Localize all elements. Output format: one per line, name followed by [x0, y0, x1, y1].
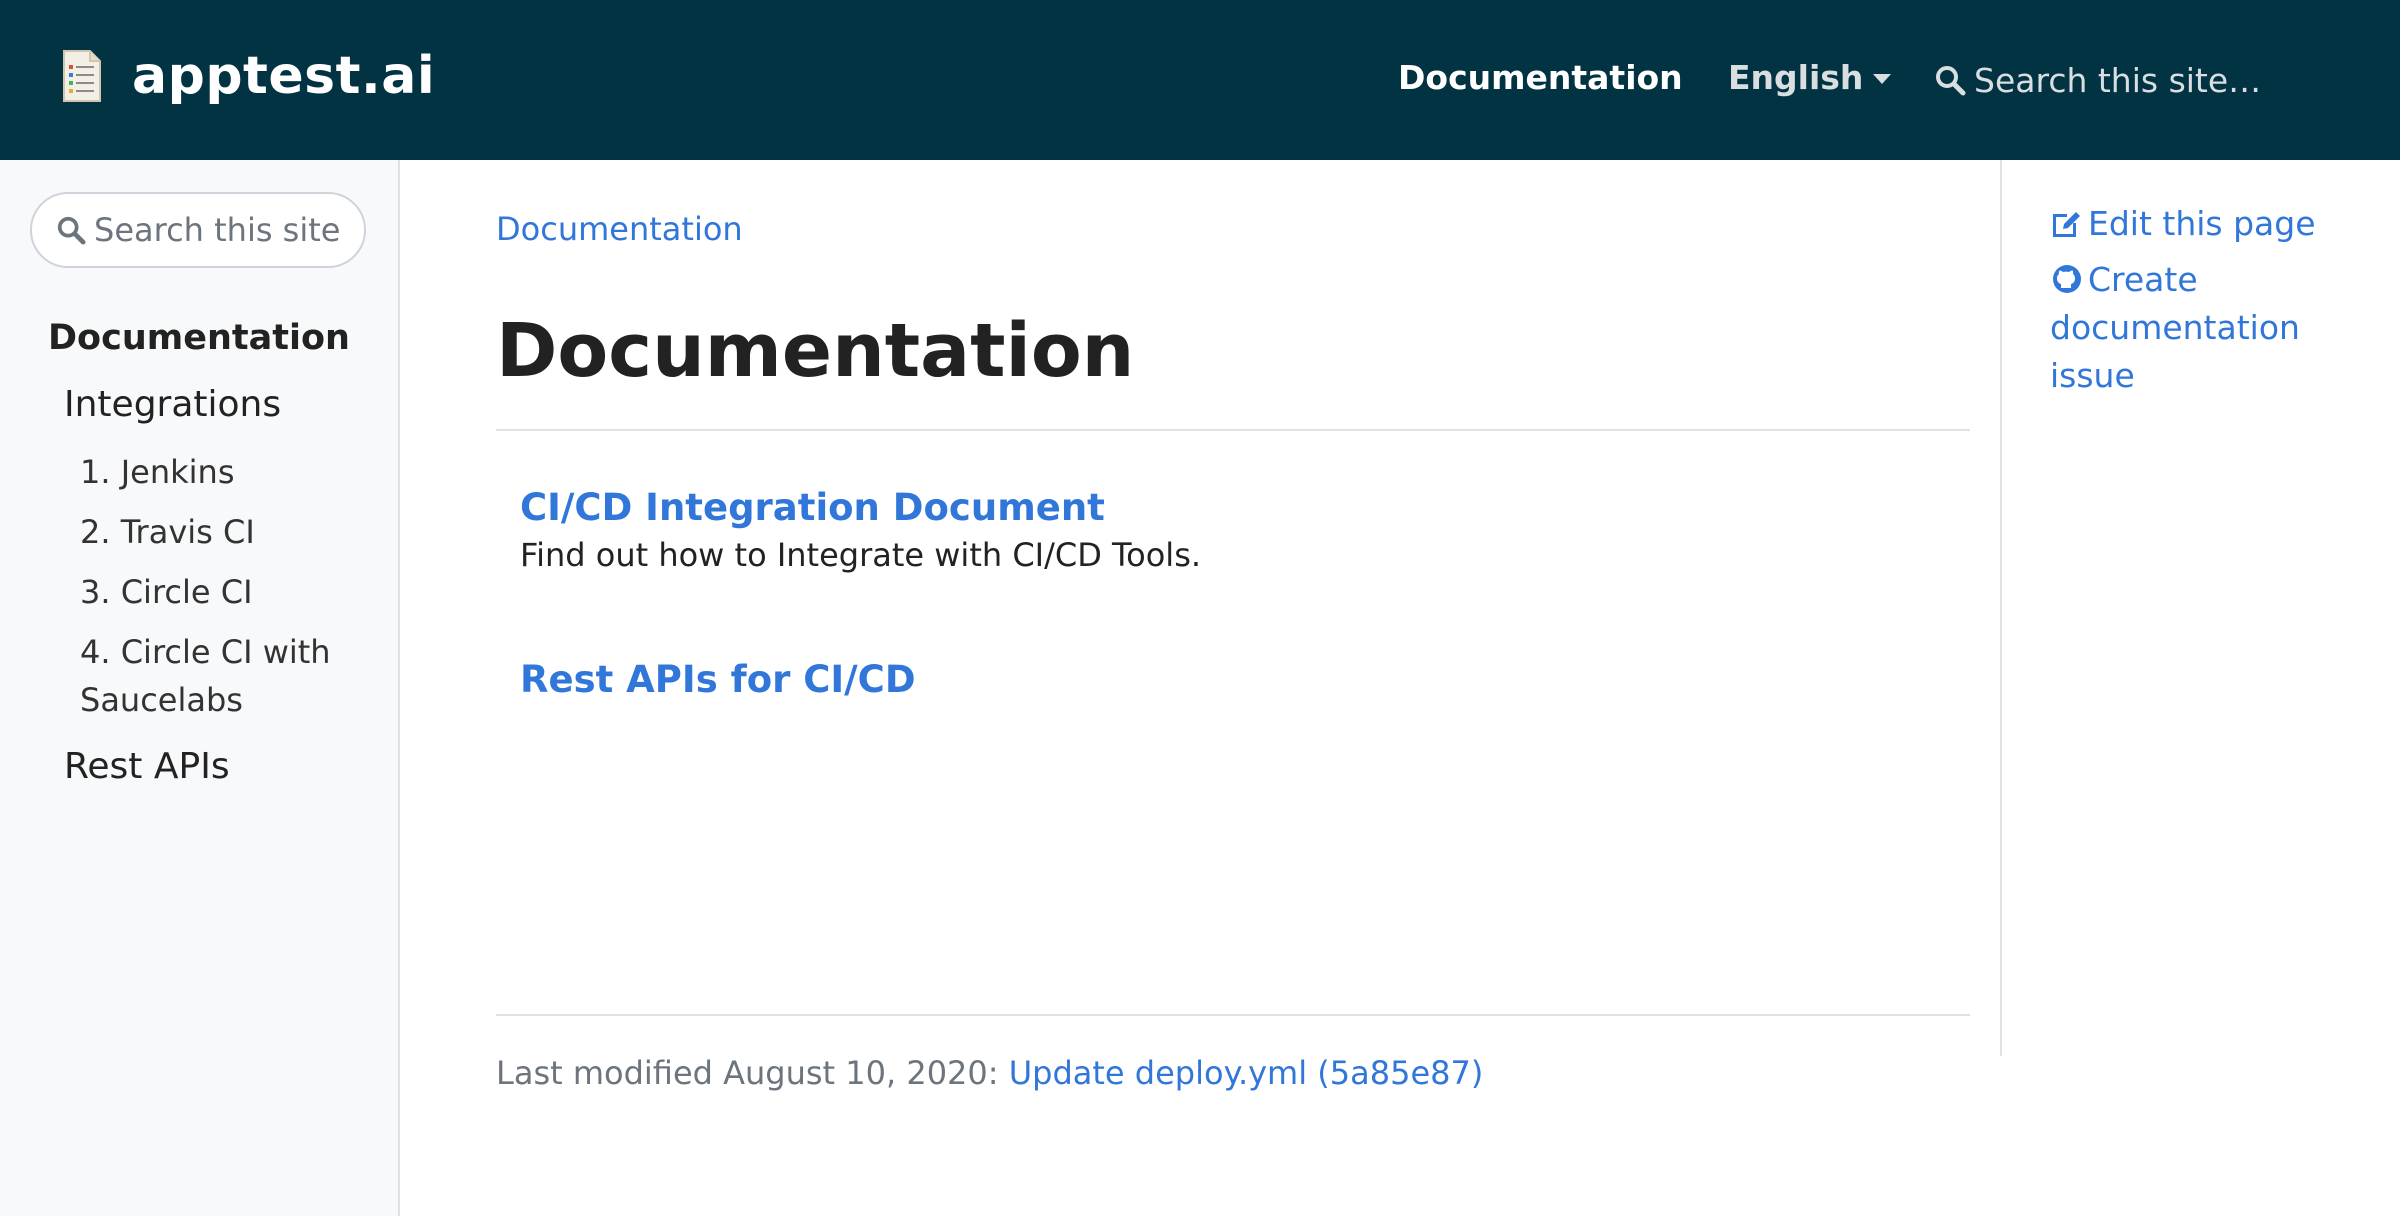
- last-modified-text: Last modified August 10, 2020:: [496, 1054, 1009, 1092]
- sidebar-search-input[interactable]: [94, 211, 364, 249]
- page-title: Documentation: [496, 308, 1135, 394]
- language-label: English: [1728, 58, 1864, 97]
- page-actions: Edit this page Create documentation issu…: [2000, 160, 2400, 1056]
- top-navbar: apptest.ai Documentation English: [0, 0, 2400, 160]
- github-icon: [2053, 265, 2081, 293]
- document-list-icon: [60, 47, 104, 105]
- search-icon: [1936, 66, 1966, 96]
- language-dropdown[interactable]: English: [1728, 58, 1892, 97]
- nav-link-documentation[interactable]: Documentation: [1398, 58, 1683, 97]
- caret-down-icon: [1873, 73, 1892, 84]
- entry-link-rest-apis[interactable]: Rest APIs for CI/CD: [520, 658, 916, 701]
- create-issue-link[interactable]: Create documentation issue: [2050, 256, 2390, 400]
- sidebar-item-integrations[interactable]: Integrations: [64, 384, 281, 425]
- search-icon: [57, 216, 86, 245]
- entry-link-cicd-integration[interactable]: CI/CD Integration Document: [520, 486, 1105, 529]
- last-modified: Last modified August 10, 2020: Update de…: [496, 1054, 1483, 1092]
- edit-page-link[interactable]: Edit this page: [2050, 200, 2390, 248]
- sidebar-item-jenkins[interactable]: 1. Jenkins: [80, 448, 380, 496]
- edit-page-label: Edit this page: [2088, 204, 2316, 243]
- commit-link[interactable]: Update deploy.yml (5a85e87): [1009, 1054, 1484, 1092]
- breadcrumb[interactable]: Documentation: [496, 210, 743, 248]
- title-divider: [496, 429, 1970, 431]
- sidebar-section-documentation[interactable]: Documentation: [48, 318, 350, 358]
- footer-divider: [496, 1014, 1970, 1016]
- create-issue-label: Create documentation issue: [2050, 260, 2300, 395]
- navbar-search-input[interactable]: [1974, 60, 2354, 100]
- sidebar-item-rest-apis[interactable]: Rest APIs: [64, 746, 230, 787]
- brand-link[interactable]: apptest.ai: [60, 46, 435, 106]
- sidebar-item-travis-ci[interactable]: 2. Travis CI: [80, 508, 380, 556]
- edit-icon: [2053, 212, 2080, 237]
- sidebar-search: [30, 192, 366, 268]
- navbar-search: [1934, 52, 2374, 108]
- sidebar-item-circle-ci-saucelabs[interactable]: 4. Circle CI with Saucelabs: [80, 628, 380, 724]
- brand-name: apptest.ai: [132, 46, 436, 106]
- sidebar-item-circle-ci[interactable]: 3. Circle CI: [80, 568, 380, 616]
- entry-description: Find out how to Integrate with CI/CD Too…: [520, 536, 1202, 574]
- left-sidebar: Documentation Integrations 1. Jenkins 2.…: [0, 160, 400, 1216]
